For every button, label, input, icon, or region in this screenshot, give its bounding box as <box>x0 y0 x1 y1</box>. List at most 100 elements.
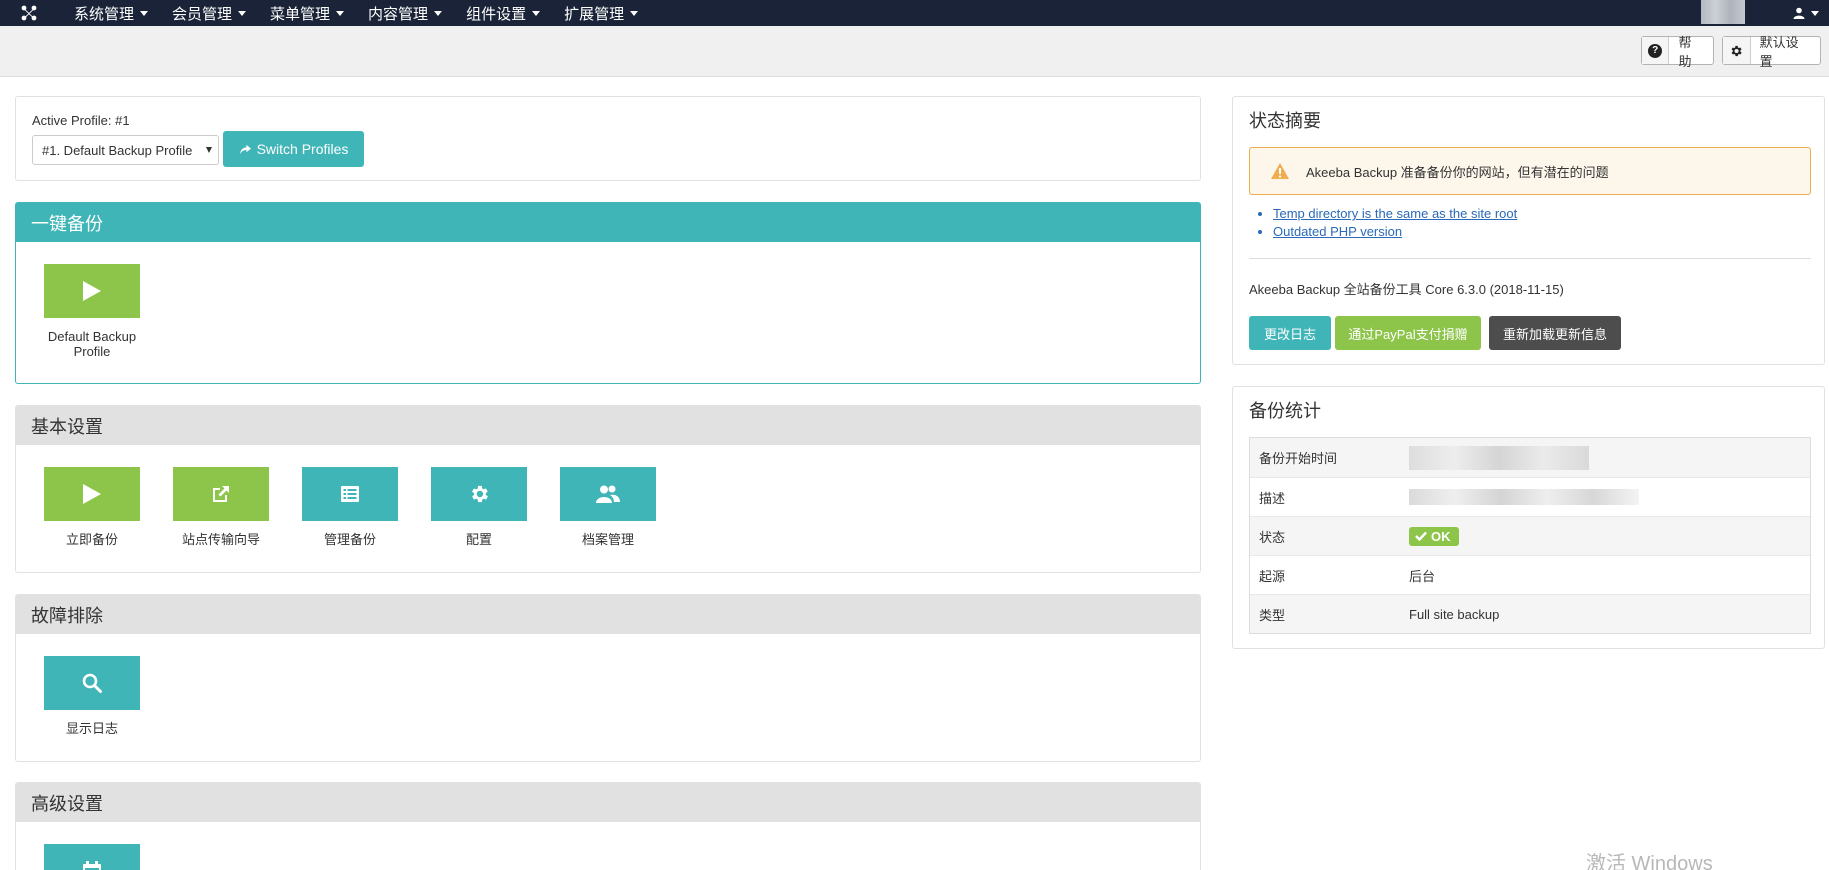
stats-key: 备份开始时间 <box>1259 451 1338 466</box>
user-icon <box>1793 7 1805 19</box>
site-transfer-tile <box>173 467 269 521</box>
windows-activation-watermark: 激活 Windows <box>1586 853 1713 870</box>
default-backup-profile-label: Default Backup Profile <box>47 329 137 359</box>
default-backup-profile-button[interactable]: Default Backup Profile <box>44 264 140 359</box>
gear-icon <box>1731 45 1742 56</box>
reload-update-label: 重新加载更新信息 <box>1502 326 1607 342</box>
status-summary-panel: 状态摘要 Akeeba Backup 准备备份你的网站，但有潜在的问题 Temp… <box>1232 96 1825 365</box>
one-click-title: 一键备份 <box>16 203 1200 242</box>
configuration-label: 配置 <box>465 532 492 547</box>
profile-select[interactable]: #1. Default Backup Profile <box>32 135 219 165</box>
share-icon <box>239 144 251 154</box>
nav-menus[interactable]: 菜单管理 <box>258 0 356 26</box>
advanced-panel: 高级设置 <box>15 782 1201 870</box>
play-icon <box>83 484 101 504</box>
manage-backups-label: 管理备份 <box>323 532 376 547</box>
joomla-logo-icon[interactable] <box>16 3 42 23</box>
warning-alert: Akeeba Backup 准备备份你的网站，但有潜在的问题 <box>1249 147 1811 195</box>
table-row: 描述 <box>1250 477 1810 516</box>
status-summary-title: 状态摘要 <box>1249 111 1321 131</box>
nav-extensions[interactable]: 扩展管理 <box>552 0 650 26</box>
stats-value: Full site backup <box>1409 606 1500 622</box>
profile-management-tile <box>560 467 656 521</box>
reload-update-button[interactable]: 重新加载更新信息 <box>1489 316 1621 350</box>
nav-content-label: 内容管理 <box>368 5 429 23</box>
site-transfer-wizard-button[interactable]: 站点传输向导 <box>173 467 269 547</box>
profile-select-value: #1. Default Backup Profile <box>42 142 193 158</box>
users-icon <box>596 485 620 503</box>
blurred-value <box>1409 489 1639 505</box>
nav-content[interactable]: 内容管理 <box>356 0 454 26</box>
active-profile-label: Active Profile: #1 <box>32 113 130 128</box>
nav-components[interactable]: 组件设置 <box>454 0 552 26</box>
manage-backups-button[interactable]: 管理备份 <box>302 467 398 547</box>
chevron-down-icon <box>1811 10 1819 16</box>
options-button[interactable]: 默认设置 <box>1722 35 1821 69</box>
play-icon <box>83 281 101 301</box>
version-text: Akeeba Backup 全站备份工具 Core 6.3.0 (2018-11… <box>1249 282 1564 297</box>
question-icon: ? <box>1648 43 1663 58</box>
external-link-icon <box>213 486 229 502</box>
table-row: 类型 Full site backup <box>1250 594 1810 633</box>
stats-key: 起源 <box>1259 568 1286 584</box>
profile-management-label: 档案管理 <box>581 532 634 547</box>
warning-icon <box>1271 163 1289 179</box>
gear-icon <box>472 485 488 503</box>
changelog-label: 更改日志 <box>1263 326 1316 342</box>
profile-panel: Active Profile: #1 #1. Default Backup Pr… <box>15 96 1201 181</box>
nav-users-label: 会员管理 <box>172 5 233 23</box>
chevron-down-icon <box>336 10 345 16</box>
stats-key: 描述 <box>1259 490 1286 506</box>
divider <box>1249 258 1811 259</box>
backup-now-button[interactable]: 立即备份 <box>44 467 140 547</box>
backup-stats-title: 备份统计 <box>1249 401 1321 421</box>
switch-profiles-button[interactable]: Switch Profiles <box>223 131 364 167</box>
nav-components-label: 组件设置 <box>466 5 527 23</box>
donate-paypal-button[interactable]: 通过PayPal支付捐赠 <box>1335 316 1481 350</box>
top-navbar: 系统管理 会员管理 菜单管理 内容管理 组件设置 扩展管理 <box>0 0 1829 26</box>
backup-stats-table: 备份开始时间 描述 状态 OK 起源 后台 类型 Full site backu… <box>1249 437 1811 634</box>
status-badge: OK <box>1409 526 1459 546</box>
table-row: 备份开始时间 <box>1250 438 1810 477</box>
view-log-tile <box>44 656 140 710</box>
blurred-value <box>1409 445 1589 470</box>
issue-link-temp-directory[interactable]: Temp directory is the same as the site r… <box>1273 205 1517 223</box>
configuration-button[interactable]: 配置 <box>431 467 527 547</box>
options-label: 默认设置 <box>1759 34 1799 69</box>
check-icon <box>1415 531 1427 541</box>
troubleshooting-title: 故障排除 <box>16 595 1200 634</box>
donate-label: 通过PayPal支付捐赠 <box>1348 326 1468 342</box>
chevron-down-icon <box>434 10 443 16</box>
scheduling-button[interactable] <box>44 844 140 870</box>
help-button[interactable]: ? 帮助 <box>1641 35 1714 69</box>
profile-management-button[interactable]: 档案管理 <box>560 467 656 547</box>
table-row: 状态 OK <box>1250 516 1810 555</box>
chevron-down-icon <box>206 147 212 153</box>
advanced-title: 高级设置 <box>16 783 1200 822</box>
stats-value: 后台 <box>1409 568 1436 584</box>
issue-list: Temp directory is the same as the site r… <box>1273 205 1517 241</box>
calendar-icon <box>83 861 101 870</box>
view-log-button[interactable]: 显示日志 <box>44 656 140 736</box>
user-menu[interactable] <box>1793 0 1819 26</box>
help-label: 帮助 <box>1678 34 1692 69</box>
nav-users[interactable]: 会员管理 <box>160 0 258 26</box>
issue-link-outdated-php[interactable]: Outdated PHP version <box>1273 223 1517 241</box>
chevron-down-icon <box>630 10 639 16</box>
nav-system-label: 系统管理 <box>74 5 135 23</box>
chevron-down-icon <box>532 10 541 16</box>
backup-now-label: 立即备份 <box>65 532 118 547</box>
backup-stats-panel: 备份统计 备份开始时间 描述 状态 OK 起源 后台 类型 Full site … <box>1232 386 1825 649</box>
help-icon-wrap: ? <box>1642 37 1670 64</box>
table-row: 起源 后台 <box>1250 555 1810 594</box>
warning-alert-text: Akeeba Backup 准备备份你的网站，但有潜在的问题 <box>1306 164 1609 180</box>
search-icon <box>82 673 102 693</box>
changelog-button[interactable]: 更改日志 <box>1249 316 1331 350</box>
stats-key: 类型 <box>1259 607 1286 623</box>
configuration-tile <box>431 467 527 521</box>
nav-menus-label: 菜单管理 <box>270 5 331 23</box>
status-badge-text: OK <box>1431 528 1451 544</box>
nav-system[interactable]: 系统管理 <box>62 0 160 26</box>
view-log-label: 显示日志 <box>65 721 118 736</box>
chevron-down-icon <box>140 10 149 16</box>
